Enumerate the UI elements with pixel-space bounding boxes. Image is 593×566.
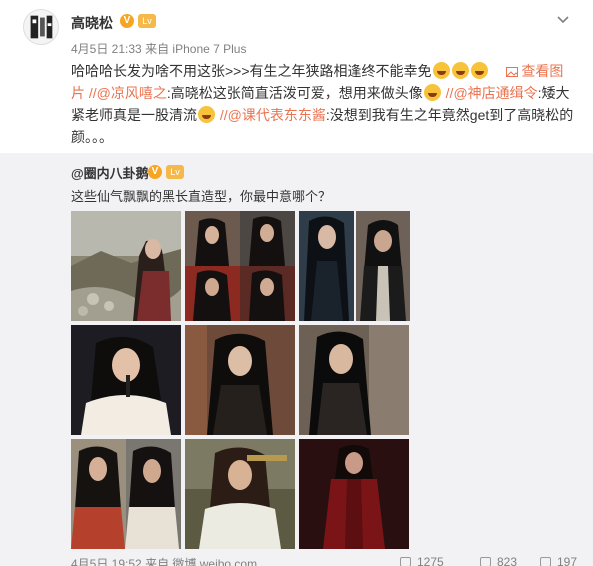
photo-thumbnail[interactable] <box>299 211 354 321</box>
reposted-weibo: @圈内八卦鹅 V Lv 这些仙气飘飘的黑长直造型，你最中意哪个？ 4月5日 19… <box>0 153 593 566</box>
weibo-post-card: 高晓松 V Lv 4月5日 21:33 来自 iPhone 7 Plus 哈哈哈… <box>0 0 593 566</box>
post-source[interactable]: iPhone 7 Plus <box>172 42 246 56</box>
pray-emoji-icon <box>198 106 215 123</box>
post-text-part-1: 哈哈哈长发为啥不用这张>>>有生之年狭路相逢终不能幸免 <box>71 63 432 79</box>
grin-emoji-icon <box>470 62 488 79</box>
post-text: 哈哈哈长发为啥不用这张>>>有生之年狭路相逢终不能幸免 查看图片 //@凉风嘻之… <box>71 60 576 148</box>
repost-count-value: 1275 <box>417 555 444 566</box>
like-count[interactable]: 197 <box>540 555 577 566</box>
like-icon <box>540 557 551 566</box>
photo-thumbnail[interactable] <box>299 439 409 549</box>
repost-count[interactable]: 1275 <box>400 555 444 566</box>
photo-thumbnail[interactable] <box>185 211 295 321</box>
repost-footer-meta: 4月5日 19:52 来自 微博 weibo.com <box>71 555 257 566</box>
photo-thumbnail[interactable] <box>71 325 181 435</box>
post-time[interactable]: 4月5日 21:33 <box>71 42 142 56</box>
repost-source[interactable]: 来自 微博 weibo.com <box>145 557 257 566</box>
verified-icon: V <box>120 14 134 28</box>
author-name[interactable]: 高晓松 <box>71 13 113 33</box>
photo-thumbnail[interactable] <box>185 325 295 435</box>
share-icon <box>400 557 411 566</box>
chevron-down-icon[interactable] <box>555 12 571 28</box>
comment-icon <box>480 557 491 566</box>
author-avatar[interactable] <box>23 9 59 45</box>
verified-icon: V <box>148 165 162 179</box>
smile-emoji-icon <box>423 84 441 101</box>
photo-thumbnail[interactable] <box>356 211 410 321</box>
photo-thumbnail[interactable] <box>71 439 181 549</box>
photo-thumbnail[interactable] <box>71 211 181 321</box>
post-text-part-2: :高晓松这张简直活泼可爱，想用来做头像 <box>166 85 423 101</box>
repost-text: 这些仙气飘飘的黑长直造型，你最中意哪个？ <box>71 189 332 204</box>
repost-time[interactable]: 4月5日 19:52 <box>71 557 142 566</box>
comment-count-value: 823 <box>497 555 518 566</box>
mention-3[interactable]: //@课代表东东酱 <box>220 107 326 123</box>
level-icon: Lv <box>138 14 156 28</box>
photo-thumbnail[interactable] <box>299 325 409 435</box>
like-count-value: 197 <box>557 555 578 566</box>
laugh-emoji-icon <box>432 62 450 79</box>
repost-author[interactable]: @圈内八卦鹅 <box>71 163 149 182</box>
post-source-prefix: 来自 <box>145 42 170 56</box>
photo-thumbnail[interactable] <box>185 439 295 549</box>
mention-1[interactable]: //@凉风嘻之 <box>89 85 167 101</box>
level-icon: Lv <box>166 165 184 179</box>
mention-2[interactable]: //@神店通缉令 <box>446 85 538 101</box>
cry-emoji-icon <box>451 62 469 79</box>
image-icon <box>506 67 519 77</box>
post-meta: 4月5日 21:33 来自 iPhone 7 Plus <box>71 40 246 57</box>
comment-count[interactable]: 823 <box>480 555 517 566</box>
